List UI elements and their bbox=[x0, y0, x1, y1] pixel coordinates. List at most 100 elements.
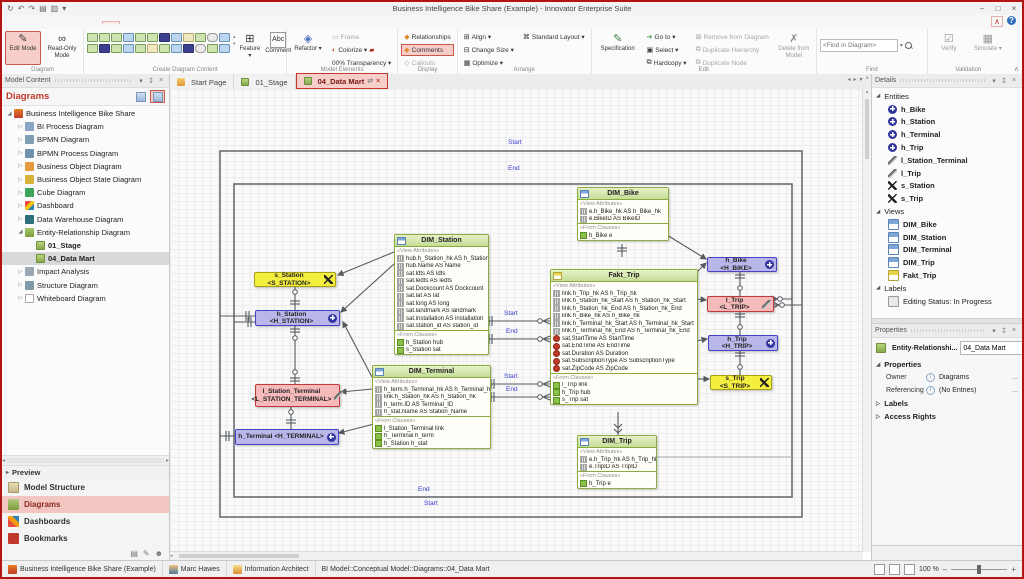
panel-menu-icon[interactable]: ▾ bbox=[989, 327, 999, 335]
view-attribute-row[interactable]: link.h_Station_hk_End AS h_Station_hk_En… bbox=[551, 305, 697, 313]
zoom-slider-thumb[interactable] bbox=[977, 565, 981, 574]
details-label-item[interactable]: Editing Status: In Progress bbox=[872, 295, 1022, 308]
shape-icon[interactable] bbox=[195, 44, 206, 53]
find-dropdown-icon[interactable]: ▾ bbox=[900, 42, 903, 49]
menu-tab[interactable] bbox=[22, 21, 38, 24]
details-entity-item[interactable]: h_Bike bbox=[872, 103, 1022, 116]
details-entity-item[interactable]: l_Station_Terminal bbox=[872, 154, 1022, 167]
sidebar-nav-item[interactable]: Diagrams bbox=[2, 496, 169, 513]
shape-icon[interactable] bbox=[123, 44, 134, 53]
shape-icon[interactable] bbox=[195, 33, 206, 42]
align-button[interactable]: ⊞Align ▾ bbox=[461, 31, 517, 43]
minimize-button[interactable]: – bbox=[974, 4, 990, 13]
shape-icon[interactable] bbox=[159, 44, 170, 53]
view-attribute-row[interactable]: link.h_Station_hk_Start AS h_Station_hk_… bbox=[551, 298, 697, 306]
undo-icon[interactable]: ↶ bbox=[18, 4, 25, 14]
help-icon[interactable]: ? bbox=[1007, 16, 1016, 25]
view-attribute-row[interactable]: h_stat.Name AS Station_Name bbox=[373, 409, 490, 417]
labels-section-header[interactable]: Labels bbox=[872, 397, 1022, 410]
tree-item[interactable]: ▷ Whiteboard Diagram bbox=[2, 292, 169, 305]
entity-node-h-station[interactable]: h_Station <H_STATION> bbox=[255, 310, 340, 326]
entity-node-h-bike[interactable]: h_Bike <H_BIKE> bbox=[707, 257, 777, 272]
specification-button[interactable]: ✎ Specification bbox=[595, 31, 641, 65]
expander-icon[interactable]: ▷ bbox=[16, 203, 25, 209]
status-model[interactable]: Business Intelligence Bike Share (Exampl… bbox=[2, 561, 163, 577]
close-panel-icon[interactable]: × bbox=[1009, 77, 1019, 84]
maximize-button[interactable]: □ bbox=[990, 4, 1006, 13]
details-view-item[interactable]: DIM_Terminal bbox=[872, 244, 1022, 257]
colorize-button[interactable]: ◐Colorize ▾▰ bbox=[329, 44, 394, 56]
entity-node-l-trip[interactable]: l_Trip <L_TRIP> bbox=[707, 296, 774, 312]
from-clause-row[interactable]: s_Station sat bbox=[395, 347, 488, 355]
simulate-button[interactable]: ▦ Simulate ▾ bbox=[970, 31, 1006, 65]
edit-status-icon[interactable]: ✎ bbox=[143, 549, 150, 558]
p in-icon[interactable]: ↧ bbox=[146, 77, 156, 85]
zoom-out-button[interactable]: – bbox=[943, 565, 947, 574]
menu-tab[interactable] bbox=[54, 21, 70, 24]
panel-menu-icon[interactable]: ▾ bbox=[136, 77, 146, 85]
view-attribute-row[interactable]: sat.long AS long bbox=[395, 300, 488, 308]
view-node-dim-trip[interactable]: DIM_Trip «View Attributes» e.h_Trip_hk A… bbox=[577, 435, 657, 489]
menu-tab[interactable] bbox=[6, 21, 22, 24]
view-attribute-row[interactable]: hub.Name AS Name bbox=[395, 263, 488, 271]
feature-button[interactable]: ⊞ Feature ▾ bbox=[239, 31, 262, 65]
view-attribute-row[interactable]: link.h_Terminal_hk_Start AS h_Terminal_h… bbox=[551, 320, 697, 328]
copy-icon[interactable]: ▤ bbox=[39, 4, 47, 14]
verify-button[interactable]: ☑ Verify bbox=[931, 31, 967, 65]
drag-handle[interactable] bbox=[911, 329, 985, 332]
expander-icon[interactable]: ▷ bbox=[16, 137, 25, 143]
shape-icon[interactable] bbox=[219, 44, 230, 53]
tab-start-page[interactable]: Start Page bbox=[170, 75, 234, 89]
from-clause-row[interactable]: h_Trip e bbox=[578, 480, 656, 488]
view-node-dim-bike[interactable]: DIM_Bike «View Attributes» e.h_Bike_hk A… bbox=[577, 187, 669, 241]
search-icon[interactable] bbox=[905, 42, 913, 50]
details-view-item[interactable]: Fakt_Trip bbox=[872, 269, 1022, 282]
canvas-vertical-scrollbar[interactable]: ▴ bbox=[862, 89, 871, 552]
entity-node-h-trip[interactable]: h_Trip <H_TRIP> bbox=[708, 335, 778, 351]
scroll-left-icon[interactable]: ◂ bbox=[2, 457, 5, 464]
shape-icon[interactable] bbox=[99, 33, 110, 42]
expander-icon[interactable]: ▷ bbox=[16, 295, 25, 301]
from-clause-row[interactable]: h_Station h_stat bbox=[373, 440, 490, 448]
view-attribute-row[interactable]: link.h_Station_hk AS h_Station_hk bbox=[373, 394, 490, 402]
sidebar-nav-item[interactable]: Bookmarks bbox=[2, 530, 169, 547]
info-icon[interactable]: i bbox=[926, 386, 935, 395]
tree-item[interactable]: ▷ Structure Diagram bbox=[2, 278, 169, 291]
drag-handle[interactable] bbox=[55, 79, 132, 82]
scrollbar-thumb[interactable] bbox=[179, 554, 299, 558]
redo-icon[interactable]: ↷ bbox=[28, 4, 35, 14]
close-button[interactable]: × bbox=[1006, 4, 1022, 13]
tree-item[interactable]: ▷ BI Process Diagram bbox=[2, 120, 169, 133]
zoom-region-icon[interactable] bbox=[889, 564, 900, 575]
palette-up-icon[interactable]: ▴ bbox=[233, 34, 236, 40]
print-icon[interactable]: ▥ bbox=[51, 4, 59, 14]
close-panel-icon[interactable]: × bbox=[156, 77, 166, 84]
shape-icon[interactable] bbox=[219, 33, 230, 42]
view-attribute-row[interactable]: e.BikeID AS BikeID bbox=[578, 216, 668, 224]
close-tab-icon[interactable]: × bbox=[376, 78, 380, 85]
view-attribute-row[interactable]: sat.Duration AS Duration bbox=[551, 350, 697, 358]
tree-item[interactable]: 04_Data Mart bbox=[2, 252, 169, 265]
view-attribute-row[interactable]: hub.h_Station_hk AS h_Station_hk bbox=[395, 255, 488, 263]
view-attribute-row[interactable]: link.h_Terminal_hk_End AS h_Terminal_hk_… bbox=[551, 328, 697, 336]
details-group-entities[interactable]: Entities bbox=[872, 90, 1022, 103]
customize-toolbar-icon[interactable]: ▾ bbox=[62, 4, 66, 14]
details-entity-item[interactable]: h_Trip bbox=[872, 141, 1022, 154]
expander-icon[interactable]: ▷ bbox=[16, 163, 25, 169]
tab-04-data-mart[interactable]: 04_Data Mart ⇄ × bbox=[296, 73, 389, 89]
close-panel-icon[interactable]: × bbox=[1009, 327, 1019, 334]
pin-icon[interactable]: ↧ bbox=[999, 327, 1009, 335]
canvas-horizontal-scrollbar[interactable]: ◂ bbox=[170, 551, 863, 560]
tree-item[interactable]: ▷ Impact Analysis bbox=[2, 265, 169, 278]
view-attribute-row[interactable]: e.h_Trip_hk AS h_Trip_hk bbox=[578, 456, 656, 464]
duplicate-hierarchy-button[interactable]: ⧉Duplicate Hierarchy bbox=[693, 44, 772, 56]
menu-tab[interactable] bbox=[102, 21, 120, 24]
expander-icon[interactable]: ▷ bbox=[16, 150, 25, 156]
expander-icon[interactable]: ▷ bbox=[16, 216, 25, 222]
view-attribute-row[interactable]: sat.EndTime AS EndTime bbox=[551, 343, 697, 351]
details-entity-item[interactable]: l_Trip bbox=[872, 167, 1022, 180]
shape-icon[interactable] bbox=[111, 44, 122, 53]
sidebar-nav-item[interactable]: Dashboards bbox=[2, 513, 169, 530]
shape-icon[interactable] bbox=[171, 44, 182, 53]
entity-node-s-station[interactable]: s_Station <S_STATION> bbox=[254, 272, 336, 287]
